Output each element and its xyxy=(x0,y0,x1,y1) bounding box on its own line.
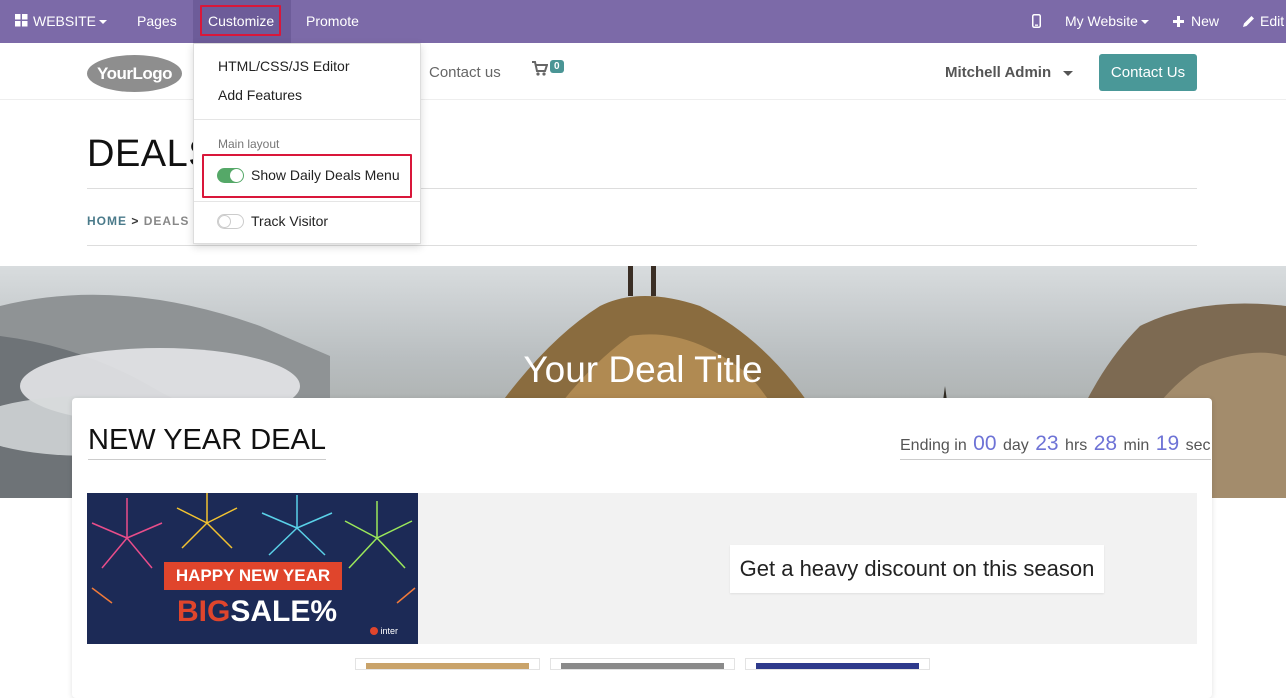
breadcrumb-current: DEALS xyxy=(143,214,190,228)
promo-image-brand: inter xyxy=(370,626,398,636)
edit-label: Edit xyxy=(1260,13,1285,29)
promo-image-line2: BIGSALE% xyxy=(177,595,337,629)
highlight-show-daily-deals xyxy=(202,154,412,198)
menu-divider xyxy=(194,201,420,202)
menu-divider xyxy=(194,119,420,120)
promo-brand-text: inter xyxy=(380,626,399,636)
promo-image-line1: HAPPY NEW YEAR xyxy=(175,566,331,585)
product-card[interactable] xyxy=(745,658,930,670)
countdown-hours-unit: hrs xyxy=(1065,437,1088,454)
product-image xyxy=(561,663,724,669)
pages-menu[interactable]: Pages xyxy=(137,0,177,43)
breadcrumb-separator: > xyxy=(131,214,140,228)
deal-countdown: Ending in 00 day 23 hrs 28 min 19 sec xyxy=(900,432,1211,460)
apps-grid-icon xyxy=(15,14,28,27)
website-menu[interactable]: WEBSITE xyxy=(15,0,108,43)
countdown-hours: 23 xyxy=(1035,432,1059,455)
website-menu-label: WEBSITE xyxy=(33,13,97,29)
contact-us-button[interactable]: Contact Us xyxy=(1099,54,1197,91)
site-logo[interactable]: YourLogo xyxy=(87,55,182,92)
product-card[interactable] xyxy=(550,658,735,670)
plus-icon xyxy=(1173,16,1184,27)
track-visitor-toggle[interactable] xyxy=(217,214,244,229)
nav-contact-link[interactable]: Contact us xyxy=(429,64,501,81)
product-image xyxy=(756,663,919,669)
promote-menu[interactable]: Promote xyxy=(306,0,359,43)
countdown-prefix: Ending in xyxy=(900,437,967,454)
edit-button[interactable]: Edit xyxy=(1243,0,1284,43)
my-website-menu[interactable]: My Website xyxy=(1065,0,1149,43)
shopping-cart-icon xyxy=(532,61,549,76)
breadcrumb-home[interactable]: HOME xyxy=(87,214,127,228)
new-label: New xyxy=(1191,13,1220,29)
pencil-icon xyxy=(1243,16,1254,27)
customize-dropdown: HTML/CSS/JS Editor Add Features Main lay… xyxy=(193,43,421,244)
countdown-seconds-unit: sec xyxy=(1185,437,1211,454)
caret-down-icon xyxy=(1140,20,1149,25)
deal-promo-image[interactable]: HAPPY NEW YEAR BIGSALE% inter xyxy=(87,493,418,644)
new-button[interactable]: New xyxy=(1173,0,1219,43)
promo-image-big: BIG xyxy=(177,595,231,628)
user-name: Mitchell Admin xyxy=(945,64,1052,81)
divider xyxy=(87,245,1197,246)
my-website-label: My Website xyxy=(1065,13,1138,29)
highlight-customize xyxy=(200,5,281,36)
countdown-seconds: 19 xyxy=(1155,432,1180,455)
countdown-days: 00 xyxy=(973,432,997,455)
countdown-minutes: 28 xyxy=(1093,432,1118,455)
deal-title: Your Deal Title xyxy=(523,349,763,390)
deal-promo-text: Get a heavy discount on this season xyxy=(730,545,1104,593)
menu-item-add-features[interactable]: Add Features xyxy=(218,87,302,103)
mobile-icon xyxy=(1032,14,1041,28)
countdown-days-unit: day xyxy=(1002,437,1029,454)
menu-item-code-editor[interactable]: HTML/CSS/JS Editor xyxy=(218,58,349,74)
promo-image-sale: SALE% xyxy=(230,595,338,628)
product-card[interactable] xyxy=(355,658,540,670)
deal-name: NEW YEAR DEAL xyxy=(88,424,326,460)
admin-topbar: WEBSITE Pages Customize Promote My Websi… xyxy=(0,0,1286,43)
product-image xyxy=(366,663,529,669)
mobile-preview-button[interactable] xyxy=(1032,0,1041,43)
brand-logo-icon xyxy=(370,627,378,635)
user-menu[interactable]: Mitchell Admin xyxy=(945,64,1074,81)
toggle-knob xyxy=(218,215,231,228)
caret-down-icon xyxy=(99,20,108,25)
countdown-minutes-unit: min xyxy=(1123,437,1150,454)
cart-link[interactable] xyxy=(532,61,549,81)
cart-count-badge: 0 xyxy=(550,60,564,73)
menu-section-header: Main layout xyxy=(218,137,280,151)
breadcrumb: HOME > DEALS xyxy=(87,214,189,228)
menu-item-track-visitor[interactable]: Track Visitor xyxy=(251,213,328,229)
promo-image-ribbon: HAPPY NEW YEAR xyxy=(164,562,342,590)
caret-down-icon xyxy=(1063,70,1074,76)
